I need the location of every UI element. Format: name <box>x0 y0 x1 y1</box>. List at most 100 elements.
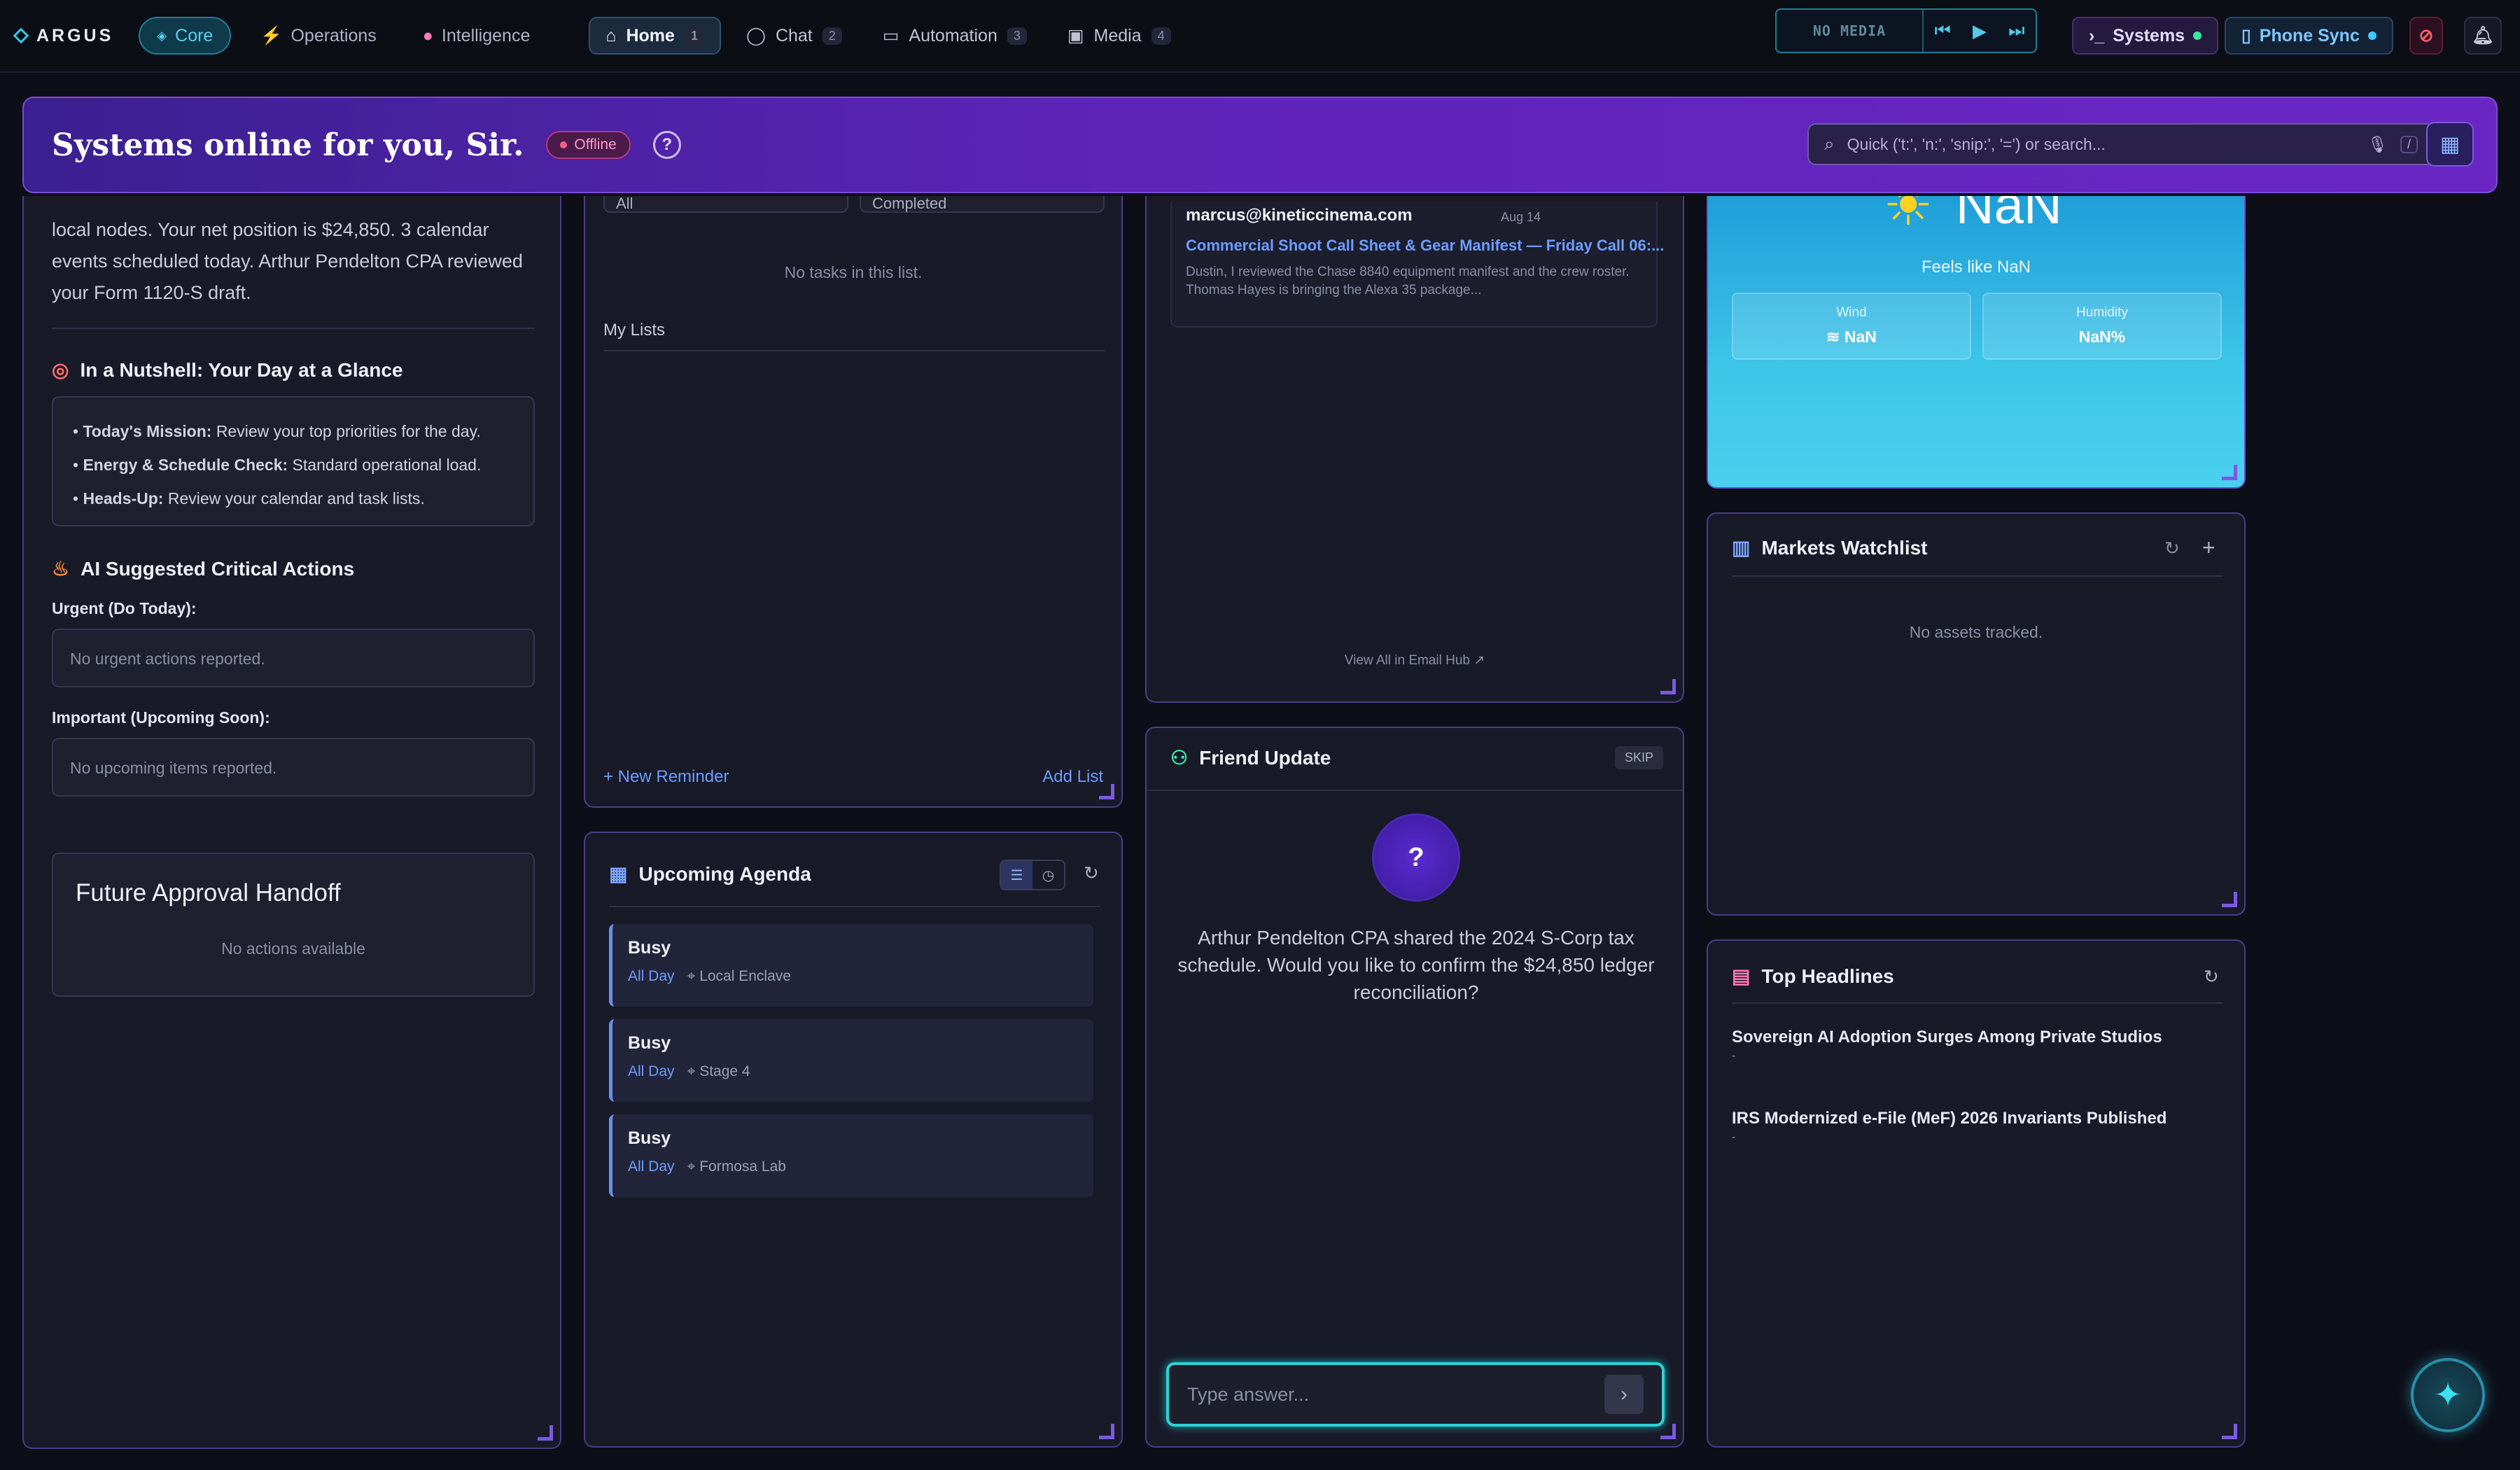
list-view-icon[interactable]: ☰ <box>1001 861 1032 889</box>
nutshell-bullet: • Today's Mission: Review your top prior… <box>73 422 481 440</box>
systems-label: Systems <box>2113 25 2185 46</box>
operations-mode-button[interactable]: ⚡ Operations <box>244 17 393 55</box>
email-panel: marcus@kineticcinema.com Aug 14 Commerci… <box>1145 196 1684 703</box>
email-date: Aug 14 <box>1501 210 1541 224</box>
hero-banner: Systems online for you, Sir. Offline ? ⌕… <box>22 97 2498 193</box>
offline-label: Offline <box>574 136 617 153</box>
systems-button[interactable]: ›_ Systems <box>2072 17 2219 55</box>
microphone-icon[interactable]: 🎙︎ <box>2367 135 2388 154</box>
bullet-text: Standard operational load. <box>292 456 482 474</box>
chat-bubble-icon: ◯ <box>746 26 766 46</box>
weather-temperature: NaN <box>1955 196 2062 235</box>
headline-item[interactable]: IRS Modernized e-File (MeF) 2026 Invaria… <box>1732 1109 2222 1144</box>
add-list-button[interactable]: Add List <box>1042 767 1103 787</box>
agenda-item-title: Busy <box>628 938 671 958</box>
target-icon: ◎ <box>52 359 69 381</box>
divider <box>1147 790 1683 791</box>
refresh-icon[interactable]: ↻ <box>1084 862 1099 884</box>
intelligence-mode-button[interactable]: ● Intelligence <box>406 17 547 55</box>
wifi-off-button[interactable]: ⊘ <box>2409 17 2443 55</box>
filter-completed-label: Completed <box>872 196 947 212</box>
phone-sync-label: Phone Sync <box>2259 25 2360 46</box>
diamond-small-icon: ◈ <box>157 28 167 43</box>
briefing-panel: local nodes. Your net position is $24,85… <box>22 196 561 1449</box>
previous-track-icon[interactable]: ⏮ <box>1935 20 1951 42</box>
quick-search-input[interactable]: ⌕ Quick ('t:', 'n:', 'snip:', '=') or se… <box>1807 123 2435 165</box>
agenda-header: ▦ Upcoming Agenda <box>609 862 811 886</box>
divider <box>609 906 1100 907</box>
bullet-text: Review your top priorities for the day. <box>216 422 481 440</box>
play-icon[interactable]: ▶ <box>1973 20 1987 42</box>
agenda-view-toggle[interactable]: ☰ ◷ <box>1000 860 1065 890</box>
location-pin-icon: ⌖ <box>687 1063 700 1079</box>
brand-logo[interactable]: ARGUS <box>13 26 113 46</box>
tab-automation[interactable]: ▭ Automation 3 <box>867 17 1042 55</box>
core-mode-button[interactable]: ◈ Core <box>139 17 232 55</box>
agenda-item[interactable]: Busy All Day ⌖ Local Enclave <box>609 924 1093 1007</box>
agenda-item[interactable]: Busy All Day ⌖ Formosa Lab <box>609 1114 1093 1197</box>
layout-grid-button[interactable]: ▦ <box>2426 122 2474 167</box>
location-text: Stage 4 <box>699 1063 750 1079</box>
add-icon[interactable]: + <box>2202 535 2216 561</box>
refresh-icon[interactable]: ↻ <box>2164 538 2180 559</box>
resize-handle-icon[interactable] <box>538 1425 553 1441</box>
wind-icon: ≋ <box>1826 328 1844 346</box>
notifications-button[interactable]: 🔔︎ <box>2464 17 2502 55</box>
email-item[interactable]: marcus@kineticcinema.com Aug 14 Commerci… <box>1170 202 1664 328</box>
email-preview: Dustin, I reviewed the Chase 8840 equipm… <box>1186 265 1630 298</box>
new-reminder-button[interactable]: + New Reminder <box>603 767 729 787</box>
resize-handle-icon[interactable] <box>2222 892 2237 907</box>
tab-home-label: Home <box>626 25 675 46</box>
headline-item[interactable]: Sovereign AI Adoption Surges Among Priva… <box>1732 1028 2222 1063</box>
view-all-email-link[interactable]: View All in Email Hub ↗ <box>1147 652 1683 668</box>
divider <box>603 350 1105 351</box>
phone-sync-button[interactable]: ▯ Phone Sync <box>2225 17 2393 55</box>
filter-completed[interactable]: Completed <box>860 196 1105 213</box>
headline-title: IRS Modernized e-File (MeF) 2026 Invaria… <box>1732 1109 2167 1128</box>
resize-handle-icon[interactable] <box>1099 1424 1114 1439</box>
tab-media[interactable]: ▣ Media 4 <box>1052 17 1186 55</box>
agenda-item-time: All Day <box>628 1063 675 1079</box>
humidity-card: Humidity NaN% <box>1982 293 2222 360</box>
filter-all-label: All <box>616 196 634 212</box>
tab-automation-shortcut: 3 <box>1007 27 1027 45</box>
filter-all[interactable]: All <box>603 196 848 213</box>
headlines-panel: ▤ Top Headlines ↻ Sovereign AI Adoption … <box>1707 939 2246 1448</box>
divider <box>52 328 535 329</box>
send-chevron-icon[interactable]: › <box>1604 1375 1644 1414</box>
ai-assistant-fab[interactable]: ✦ <box>2411 1358 2485 1432</box>
handoff-title: Future Approval Handoff <box>76 879 341 906</box>
agenda-item-time: All Day <box>628 968 675 984</box>
search-shortcut-hint: / <box>2400 135 2418 153</box>
tab-chat[interactable]: ◯ Chat 2 <box>731 17 858 55</box>
sun-icon: ☀ <box>1883 196 1933 237</box>
diamond-icon <box>13 27 29 44</box>
media-player: NO MEDIA ⏮ ▶ ⏭ <box>1775 8 2037 53</box>
wind-value-row: ≋ NaN <box>1733 328 1970 346</box>
resize-handle-icon[interactable] <box>1660 1424 1676 1439</box>
resize-handle-icon[interactable] <box>1099 784 1114 799</box>
skip-button[interactable]: SKIP <box>1614 746 1663 769</box>
tab-home[interactable]: ⌂ Home 1 <box>589 17 721 55</box>
resize-handle-icon[interactable] <box>2222 1424 2237 1439</box>
clock-icon[interactable]: ◷ <box>1032 861 1064 889</box>
resize-handle-icon[interactable] <box>2222 465 2237 480</box>
next-track-icon[interactable]: ⏭ <box>2008 20 2024 42</box>
agenda-item[interactable]: Busy All Day ⌖ Stage 4 <box>609 1019 1093 1102</box>
headline-meta: - <box>1732 1131 1736 1143</box>
view-all-label: View All in Email Hub <box>1344 653 1470 668</box>
wind-value: NaN <box>1844 328 1877 346</box>
answer-input[interactable]: Type answer... › <box>1166 1362 1665 1427</box>
resize-handle-icon[interactable] <box>1660 679 1676 694</box>
tab-chat-shortcut: 2 <box>822 27 842 45</box>
friend-update-title: Friend Update <box>1199 746 1331 769</box>
user-plus-icon: ⚇ <box>1170 747 1189 769</box>
important-label: Important (Upcoming Soon): <box>52 708 270 727</box>
tasks-panel: All Completed No tasks in this list. My … <box>584 196 1123 808</box>
refresh-icon[interactable]: ↻ <box>2204 966 2219 988</box>
tab-chat-label: Chat <box>775 25 813 46</box>
help-icon[interactable]: ? <box>652 131 681 159</box>
markets-header: ▥ Markets Watchlist <box>1732 536 1928 559</box>
friend-update-panel: ⚇ Friend Update SKIP ? Arthur Pendelton … <box>1145 727 1684 1448</box>
nutshell-bullet: • Heads-Up: Review your calendar and tas… <box>73 489 425 507</box>
